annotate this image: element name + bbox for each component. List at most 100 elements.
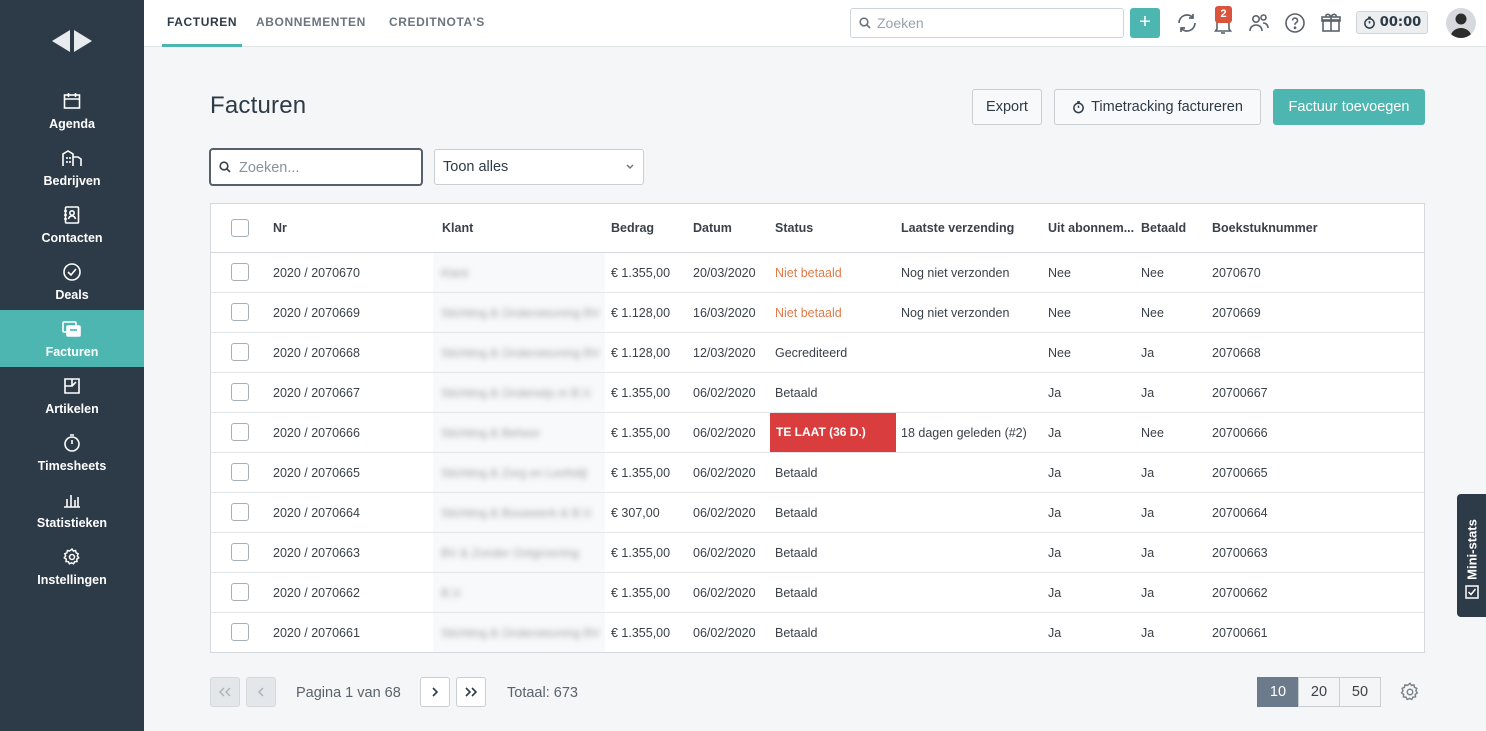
add-invoice-button[interactable]: Factuur toevoegen (1273, 89, 1425, 125)
global-search-input[interactable] (877, 14, 1117, 32)
sidebar-item-facturen[interactable]: Facturen (0, 310, 144, 367)
cell-datum: 06/02/2020 (693, 546, 756, 560)
row-checkbox[interactable] (231, 463, 249, 481)
tab-facturen[interactable]: FACTUREN (162, 0, 243, 47)
cell-status: Niet betaald (775, 306, 842, 320)
cell-laatste-verzending: Nog niet verzonden (901, 266, 1010, 280)
header-datum[interactable]: Datum (693, 221, 732, 235)
table-row[interactable]: Stichting & Beheer 2020 / 2070666 € 1.355,… (211, 413, 1424, 453)
notification-badge: 2 (1215, 6, 1232, 23)
cell-klant[interactable]: Stichting & Bouwwerk & B.V. (433, 493, 605, 532)
row-checkbox[interactable] (231, 263, 249, 281)
header-bedrag[interactable]: Bedrag (611, 221, 654, 235)
sidebar-item-instellingen[interactable]: Instellingen (0, 538, 144, 595)
header-betaald[interactable]: Betaald (1141, 221, 1186, 235)
invoice-search-input[interactable] (239, 159, 417, 177)
row-checkbox[interactable] (231, 423, 249, 441)
row-checkbox[interactable] (231, 583, 249, 601)
refresh-icon[interactable] (1175, 11, 1199, 38)
export-button[interactable]: Export (972, 89, 1042, 125)
sidebar-item-statistieken[interactable]: Statistieken (0, 481, 144, 538)
row-checkbox[interactable] (231, 343, 249, 361)
row-checkbox[interactable] (231, 303, 249, 321)
buildings-icon (61, 148, 83, 174)
gift-icon[interactable] (1319, 11, 1343, 38)
next-page-button[interactable] (420, 677, 450, 707)
sidebar-item-artikelen[interactable]: Artikelen (0, 367, 144, 424)
cell-klant[interactable]: Stichting & Onderwijs in B.V. (433, 373, 605, 412)
table-row[interactable]: Stichting & Ondersteuning BV 2020 / 20706… (211, 613, 1424, 653)
timer-button[interactable]: 00:00 (1356, 11, 1428, 34)
cell-klant[interactable]: Klant (433, 253, 605, 292)
cell-klant[interactable]: B.V. (433, 573, 605, 612)
row-checkbox[interactable] (231, 623, 249, 641)
gear-icon[interactable] (1399, 681, 1421, 706)
sidebar-item-label: Artikelen (45, 402, 99, 416)
cell-klant[interactable]: Stichting & Ondersteuning BV (433, 333, 605, 372)
cell-status: Niet betaald (775, 266, 842, 280)
table-row[interactable]: Stichting & Bouwwerk & B.V. 2020 / 207066… (211, 493, 1424, 533)
bar-chart-icon (62, 490, 82, 516)
table-row[interactable]: Stichting & Ondersteuning BV 2020 / 20706… (211, 333, 1424, 373)
header-klant[interactable]: Klant (442, 221, 473, 235)
cell-klant[interactable]: BV & Zonder Ontgroening (433, 533, 605, 572)
cell-laatste-verzending: Nog niet verzonden (901, 306, 1010, 320)
cell-klant[interactable]: Stichting & Zorg en Leefstijl (433, 453, 605, 492)
global-search[interactable] (850, 8, 1124, 38)
table-row[interactable]: Stichting & Onderwijs in B.V. 2020 / 2070… (211, 373, 1424, 413)
table-row[interactable]: Stichting & Ondersteuning BV 2020 / 20706… (211, 293, 1424, 333)
cell-datum: 06/02/2020 (693, 426, 756, 440)
page-size-50[interactable]: 50 (1339, 677, 1381, 707)
cell-bedrag: € 1.355,00 (611, 546, 671, 560)
quick-add-button[interactable]: + (1130, 8, 1160, 38)
avatar[interactable] (1446, 8, 1476, 38)
table-row[interactable]: Klant 2020 / 2070670 € 1.355,00 20/03/2020 N… (211, 253, 1424, 293)
sidebar-item-contacten[interactable]: Contacten (0, 196, 144, 253)
cell-status: Betaald (775, 586, 818, 600)
chevron-down-icon (626, 164, 634, 169)
header-laatste-verzending[interactable]: Laatste verzending (901, 221, 1014, 235)
cell-uit-abonnement: Ja (1048, 506, 1062, 520)
tab-abonnementen[interactable]: ABONNEMENTEN (256, 0, 366, 47)
client-name-blurred: Stichting & Ondersteuning BV (441, 306, 600, 320)
chart-checkbox-icon (1465, 585, 1479, 599)
cell-betaald: Ja (1141, 626, 1155, 640)
page-size-20[interactable]: 20 (1298, 677, 1340, 707)
sidebar-item-label: Deals (55, 288, 89, 302)
cell-klant[interactable]: Stichting & Beheer (433, 413, 605, 452)
sidebar-item-timesheets[interactable]: Timesheets (0, 424, 144, 481)
sidebar-item-bedrijven[interactable]: Bedrijven (0, 139, 144, 196)
logo-icon[interactable] (50, 26, 94, 59)
table-row[interactable]: BV & Zonder Ontgroening 2020 / 2070663 € 1… (211, 533, 1424, 573)
users-icon[interactable] (1247, 11, 1271, 38)
select-all-checkbox[interactable] (231, 219, 249, 237)
row-checkbox[interactable] (231, 543, 249, 561)
sidebar-item-deals[interactable]: Deals (0, 253, 144, 310)
timetracking-invoice-button[interactable]: Timetracking factureren (1054, 89, 1261, 125)
tab-creditnotas[interactable]: CREDITNOTA'S (389, 0, 485, 47)
header-uit-abonnement[interactable]: Uit abonnem... (1048, 221, 1134, 235)
header-nr[interactable]: Nr (273, 221, 287, 235)
row-checkbox[interactable] (231, 503, 249, 521)
prev-page-button[interactable] (246, 677, 276, 707)
mini-stats-tab[interactable]: Mini-stats (1457, 494, 1486, 617)
cell-nr: 2020 / 2070663 (273, 546, 360, 560)
table-row[interactable]: B.V. 2020 / 2070662 € 1.355,00 06/02/2020 Ja… (211, 573, 1424, 613)
last-page-button[interactable] (456, 677, 486, 707)
cell-klant[interactable]: Stichting & Ondersteuning BV (433, 293, 605, 332)
cell-boekstuknummer: 20700664 (1212, 506, 1268, 520)
header-status[interactable]: Status (775, 221, 813, 235)
page-size-10[interactable]: 10 (1257, 677, 1299, 707)
cell-bedrag: € 1.355,00 (611, 626, 671, 640)
cell-klant[interactable]: Stichting & Ondersteuning BV (433, 613, 605, 652)
status-filter-select[interactable]: Toon alles (434, 149, 644, 185)
table-row[interactable]: Stichting & Zorg en Leefstijl 2020 / 2070… (211, 453, 1424, 493)
help-icon[interactable] (1283, 11, 1307, 38)
cell-uit-abonnement: Ja (1048, 466, 1062, 480)
header-boekstuknummer[interactable]: Boekstuknummer (1212, 221, 1318, 235)
stopwatch-icon (62, 433, 82, 459)
first-page-button[interactable] (210, 677, 240, 707)
sidebar-item-agenda[interactable]: Agenda (0, 82, 144, 139)
invoice-search[interactable] (209, 148, 423, 186)
row-checkbox[interactable] (231, 383, 249, 401)
